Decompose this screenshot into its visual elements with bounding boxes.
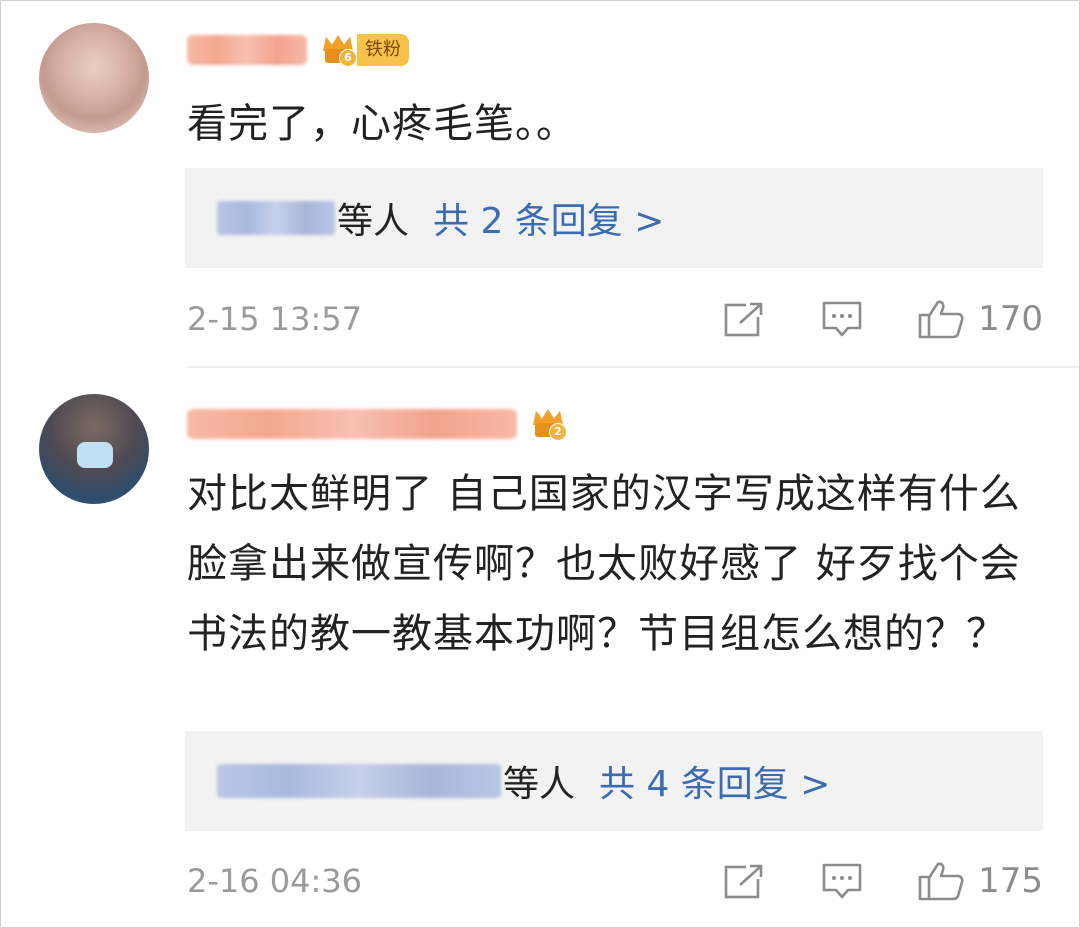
- crown-icon: 6: [321, 35, 357, 67]
- reply-etc-label: 等人: [337, 201, 410, 242]
- view-replies-link[interactable]: 共 2 条回复 >: [433, 192, 664, 244]
- crown-icon: 2: [531, 409, 567, 441]
- comment-meta: 2-15 13:57 170: [187, 289, 1043, 349]
- reply-usernames-blurred: [217, 764, 501, 798]
- badge-level: 6: [339, 49, 357, 67]
- avatar[interactable]: [39, 23, 149, 133]
- like-button[interactable]: 170: [918, 299, 1043, 339]
- username-row: 2: [187, 405, 567, 443]
- fan-badge[interactable]: 6 铁粉: [321, 34, 409, 67]
- username-blurred[interactable]: [187, 35, 307, 65]
- username-row: 6 铁粉: [187, 31, 409, 69]
- comment-meta: 2-16 04:36 175: [187, 851, 1043, 911]
- comment-divider: [187, 366, 1079, 368]
- badge-level: 2: [549, 423, 567, 441]
- like-count: 170: [978, 299, 1043, 339]
- badge-label: 铁粉: [357, 34, 409, 66]
- avatar-mask-detail: [77, 442, 113, 468]
- avatar[interactable]: [39, 394, 149, 504]
- like-count: 175: [978, 861, 1043, 901]
- fan-badge[interactable]: 2: [531, 409, 567, 441]
- thumbs-up-icon: [918, 299, 964, 339]
- share-icon[interactable]: [724, 301, 765, 337]
- comment-text: 对比太鲜明了 自己国家的汉字写成这样有什么脸拿出来做宣传啊？也太败好感了 好歹找…: [187, 471, 1021, 657]
- like-button[interactable]: 175: [918, 861, 1043, 901]
- view-replies-link[interactable]: 共 4 条回复 >: [599, 755, 830, 807]
- timestamp: 2-15 13:57: [187, 300, 363, 338]
- reply-summary[interactable]: 等人 共 2 条回复 >: [185, 168, 1043, 268]
- share-icon[interactable]: [724, 863, 765, 899]
- thumbs-up-icon: [918, 861, 964, 901]
- reply-usernames-blurred: [217, 201, 335, 235]
- username-blurred[interactable]: [187, 409, 517, 439]
- reply-etc-label: 等人: [503, 764, 576, 805]
- comment-icon[interactable]: [822, 300, 862, 338]
- comment-icon[interactable]: [822, 862, 862, 900]
- comment-text: 看完了，心疼毛笔。。: [187, 101, 577, 147]
- reply-summary[interactable]: 等人 共 4 条回复 >: [185, 731, 1043, 831]
- timestamp: 2-16 04:36: [187, 862, 363, 900]
